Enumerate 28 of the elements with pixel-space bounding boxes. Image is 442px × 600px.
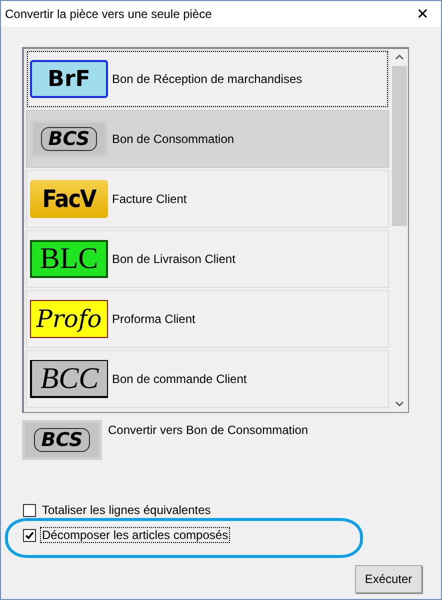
- logo-icon: BCS: [30, 120, 108, 158]
- list-item[interactable]: BLC Bon de Livraison Client: [26, 230, 389, 288]
- item-label: Proforma Client: [112, 312, 196, 326]
- item-label: Bon de Livraison Client: [112, 252, 236, 266]
- item-label: Bon de Réception de marchandises: [112, 72, 302, 86]
- list-item[interactable]: FacV Facture Client: [26, 170, 389, 228]
- checkbox-label[interactable]: Totaliser les lignes équivalentes: [40, 502, 213, 518]
- execute-button[interactable]: Exécuter: [355, 565, 422, 593]
- checkbox-label[interactable]: Décomposer les articles composés: [40, 527, 230, 543]
- item-label: Bon de Consommation: [112, 132, 234, 146]
- logo-icon: BCS: [22, 420, 102, 460]
- list-item[interactable]: Profo Proforma Client: [26, 290, 389, 348]
- logo-icon: FacV: [30, 180, 108, 218]
- item-label: Facture Client: [112, 192, 187, 206]
- target-label: Convertir vers Bon de Consommation: [108, 423, 308, 437]
- window-title: Convertir la pièce vers une seule pièce: [5, 7, 212, 21]
- logo-icon: BrF: [30, 60, 108, 98]
- checkbox[interactable]: [23, 504, 36, 516]
- scroll-thumb[interactable]: [392, 66, 407, 226]
- checkbox[interactable]: [23, 528, 36, 542]
- list-item[interactable]: BrF Bon de Réception de marchandises: [26, 50, 389, 108]
- list-item[interactable]: BCS Bon de Consommation: [26, 110, 389, 168]
- logo-icon: BLC: [30, 240, 108, 278]
- list-item[interactable]: BCC Bon de commande Client: [26, 350, 389, 408]
- logo-icon: BCC: [30, 360, 108, 398]
- item-label: Bon de commande Client: [112, 372, 247, 386]
- close-button[interactable]: ✕: [414, 5, 431, 23]
- logo-icon: Profo: [30, 300, 108, 338]
